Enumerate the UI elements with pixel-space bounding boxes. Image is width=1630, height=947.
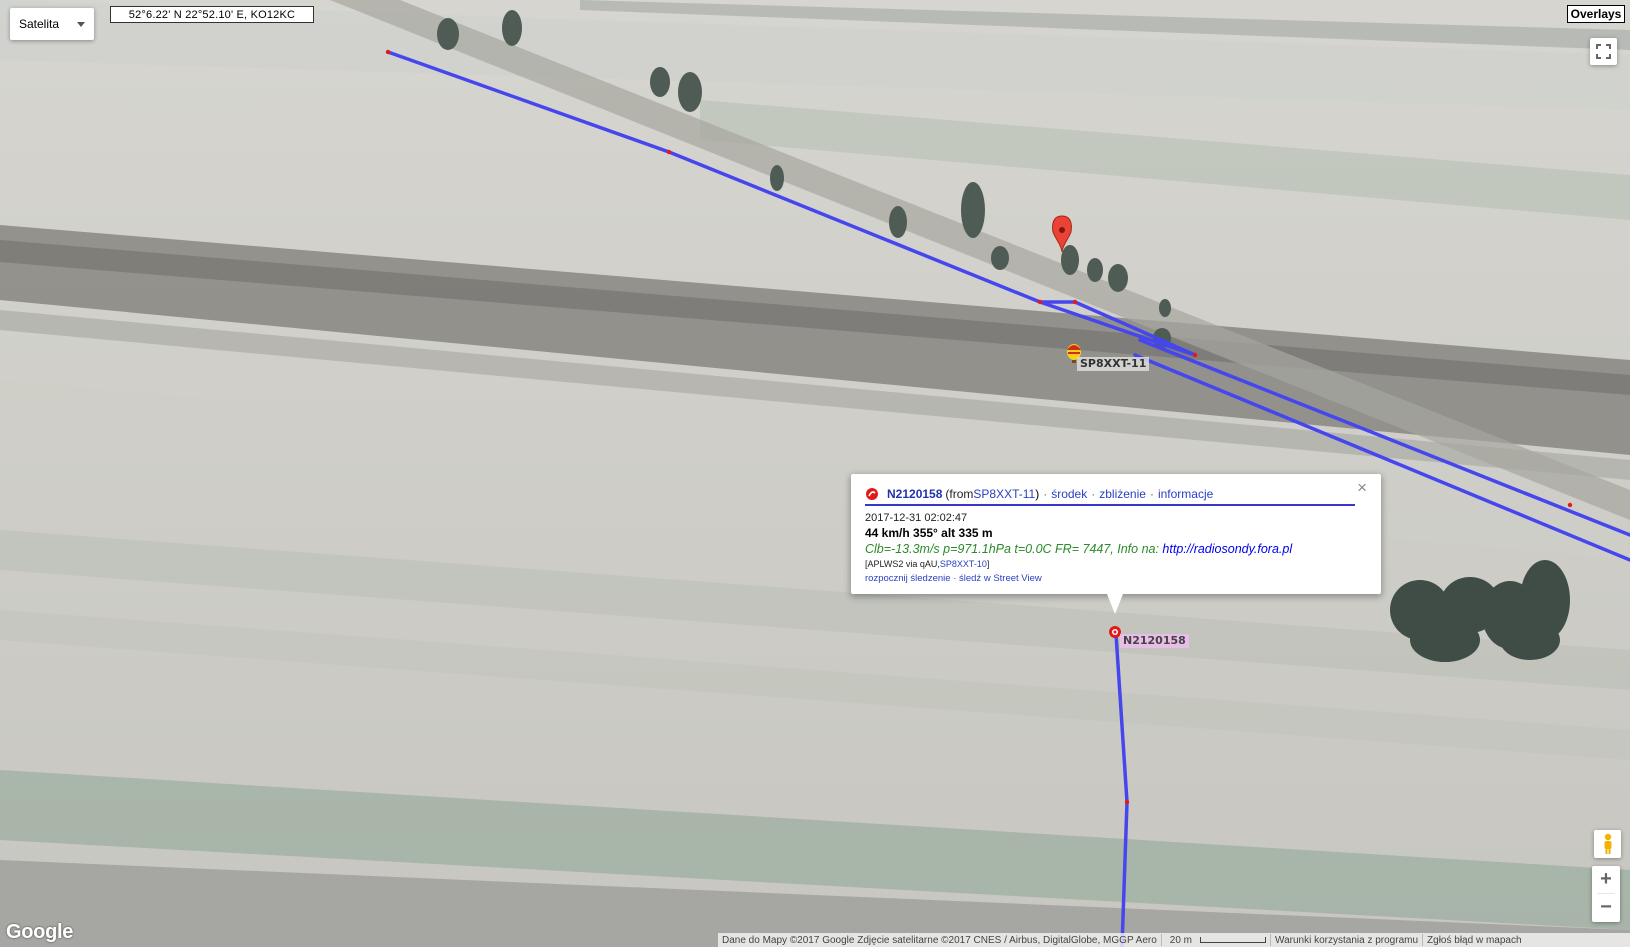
packet-path: [APLWS2 via qAU,SP8XXT-10] <box>865 559 1355 569</box>
zoom-link[interactable]: zbliżenie <box>1099 487 1146 501</box>
track-layer <box>385 49 1630 947</box>
scale-indicator[interactable]: 20 m <box>1162 935 1270 946</box>
scale-bar <box>1200 936 1267 943</box>
comment-url-link[interactable]: http://radiosondy.fora.pl <box>1162 542 1292 556</box>
path-callsign-link[interactable]: SP8XXT-10 <box>940 559 987 569</box>
callsign-link[interactable]: N2120158 <box>887 487 942 501</box>
overlays-button[interactable]: Overlays <box>1567 5 1625 23</box>
attribution-bar: Dane do Mapy ©2017 Google Zdjęcie sateli… <box>718 933 1630 947</box>
info-window-actions: rozpocznij śledzenie · śledź w Street Vi… <box>865 573 1355 584</box>
separator: · <box>1043 487 1048 501</box>
google-logo[interactable]: Google <box>6 921 73 944</box>
zoom-control: + − <box>1592 866 1620 922</box>
track-point <box>385 49 391 55</box>
close-icon[interactable]: × <box>1357 479 1367 496</box>
track-point <box>1072 299 1078 305</box>
zoom-out-button[interactable]: − <box>1592 894 1620 921</box>
coords-readout: 52°6.22' N 22°52.10' E, KO12KC <box>110 6 314 23</box>
track-point <box>1192 352 1198 358</box>
map-type-label: Satelita <box>19 17 60 31</box>
from-prefix: (from <box>945 487 974 501</box>
fullscreen-icon <box>1596 44 1611 59</box>
location-pin-icon <box>1052 215 1072 253</box>
pegman-icon <box>1604 833 1611 854</box>
station-track-line-2 <box>1038 300 1197 357</box>
track-point <box>1037 299 1043 305</box>
info-window-tail <box>1107 594 1123 614</box>
separator: · <box>953 573 957 584</box>
path-prefix: [APLWS2 via qAU, <box>865 559 940 569</box>
track-point <box>1567 502 1573 508</box>
separator: · <box>1149 487 1154 501</box>
info-window: × N2120158 (from SP8XXT-11) · środek · z… <box>851 474 1381 614</box>
path-suffix: ] <box>986 559 990 569</box>
timestamp: 2017-12-31 02:02:47 <box>865 512 968 524</box>
fullscreen-button[interactable] <box>1590 38 1617 65</box>
zoom-in-button[interactable]: + <box>1592 866 1620 893</box>
chevron-down-icon <box>77 22 85 27</box>
street-view-button[interactable] <box>1594 830 1621 858</box>
info-window-header: N2120158 (from SP8XXT-11) · środek · zbl… <box>865 484 1355 506</box>
track-point <box>1124 799 1130 805</box>
balloon-track-line <box>1114 632 1129 947</box>
comment-text: Clb=-13.3m/s p=971.1hPa t=0.0C FR= 7447,… <box>865 542 1163 556</box>
info-link[interactable]: informacje <box>1158 487 1213 501</box>
attribution-text: Dane do Mapy ©2017 Google Zdjęcie sateli… <box>722 934 1157 946</box>
center-link[interactable]: środek <box>1051 487 1087 501</box>
from-suffix: ) <box>1035 487 1040 501</box>
report-error-link[interactable]: Zgłoś błąd w mapach <box>1423 935 1526 946</box>
street-view-follow-link[interactable]: śledź w Street View <box>959 573 1042 584</box>
scale-label: 20 m <box>1169 934 1193 946</box>
separator: · <box>1091 487 1096 501</box>
station-track-line <box>386 50 1197 357</box>
map-canvas[interactable]: SP8XXT-11 N2120158 <box>0 0 1630 947</box>
radiosonde-icon <box>866 488 878 500</box>
terms-link[interactable]: Warunki korzystania z programu <box>1271 935 1422 946</box>
balloon-label[interactable]: N2120158 <box>1120 634 1189 648</box>
from-callsign-link[interactable]: SP8XXT-11 <box>973 487 1035 501</box>
station-label[interactable]: SP8XXT-11 <box>1077 357 1150 371</box>
speed-altitude: 44 km/h 355° alt 335 m <box>865 526 993 540</box>
map-type-select[interactable]: Satelita <box>10 8 94 40</box>
packet-comment: Clb=-13.3m/s p=971.1hPa t=0.0C FR= 7447,… <box>865 542 1355 556</box>
start-tracking-link[interactable]: rozpocznij śledzenie <box>865 573 951 584</box>
track-point <box>666 149 672 155</box>
